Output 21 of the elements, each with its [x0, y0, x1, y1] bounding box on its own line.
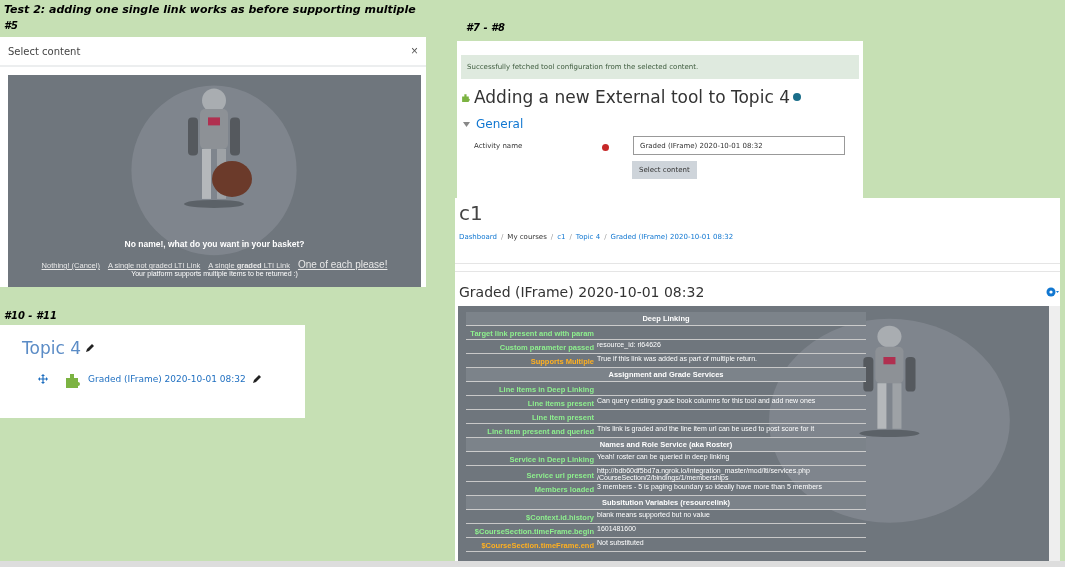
- sheet-caption: #5: [4, 20, 18, 31]
- sheet-caption: #10 - #11: [4, 310, 57, 321]
- course-title: c1: [459, 201, 484, 225]
- activity-title: Graded (IFrame) 2020-10-01 08:32: [459, 284, 705, 300]
- scrollbar[interactable]: [1049, 306, 1060, 561]
- settings-icon[interactable]: [1046, 286, 1060, 298]
- topic-title[interactable]: Topic 4: [22, 338, 81, 358]
- pencil-icon[interactable]: [85, 343, 95, 353]
- section-toggle[interactable]: General: [476, 117, 524, 131]
- sheet-caption: #7 - #8: [466, 22, 505, 33]
- move-icon[interactable]: [38, 374, 48, 384]
- basket-question: No name!, what do you want in your basket?: [124, 239, 305, 249]
- choice-link[interactable]: One of each please!: [297, 259, 388, 270]
- close-button[interactable]: ×: [411, 44, 418, 58]
- sheet-heading: Test 2: adding one single link works as before supporting multiple: [4, 3, 416, 16]
- pencil-icon[interactable]: [251, 374, 262, 384]
- dialog-title: Select content: [8, 45, 81, 57]
- caret-icon[interactable]: [463, 120, 470, 128]
- page-heading: Adding a new External tool to Topic 4: [474, 87, 790, 107]
- puzzle-icon: [461, 92, 471, 102]
- activity-link[interactable]: Graded (IFrame) 2020-10-01 08:32: [88, 374, 246, 384]
